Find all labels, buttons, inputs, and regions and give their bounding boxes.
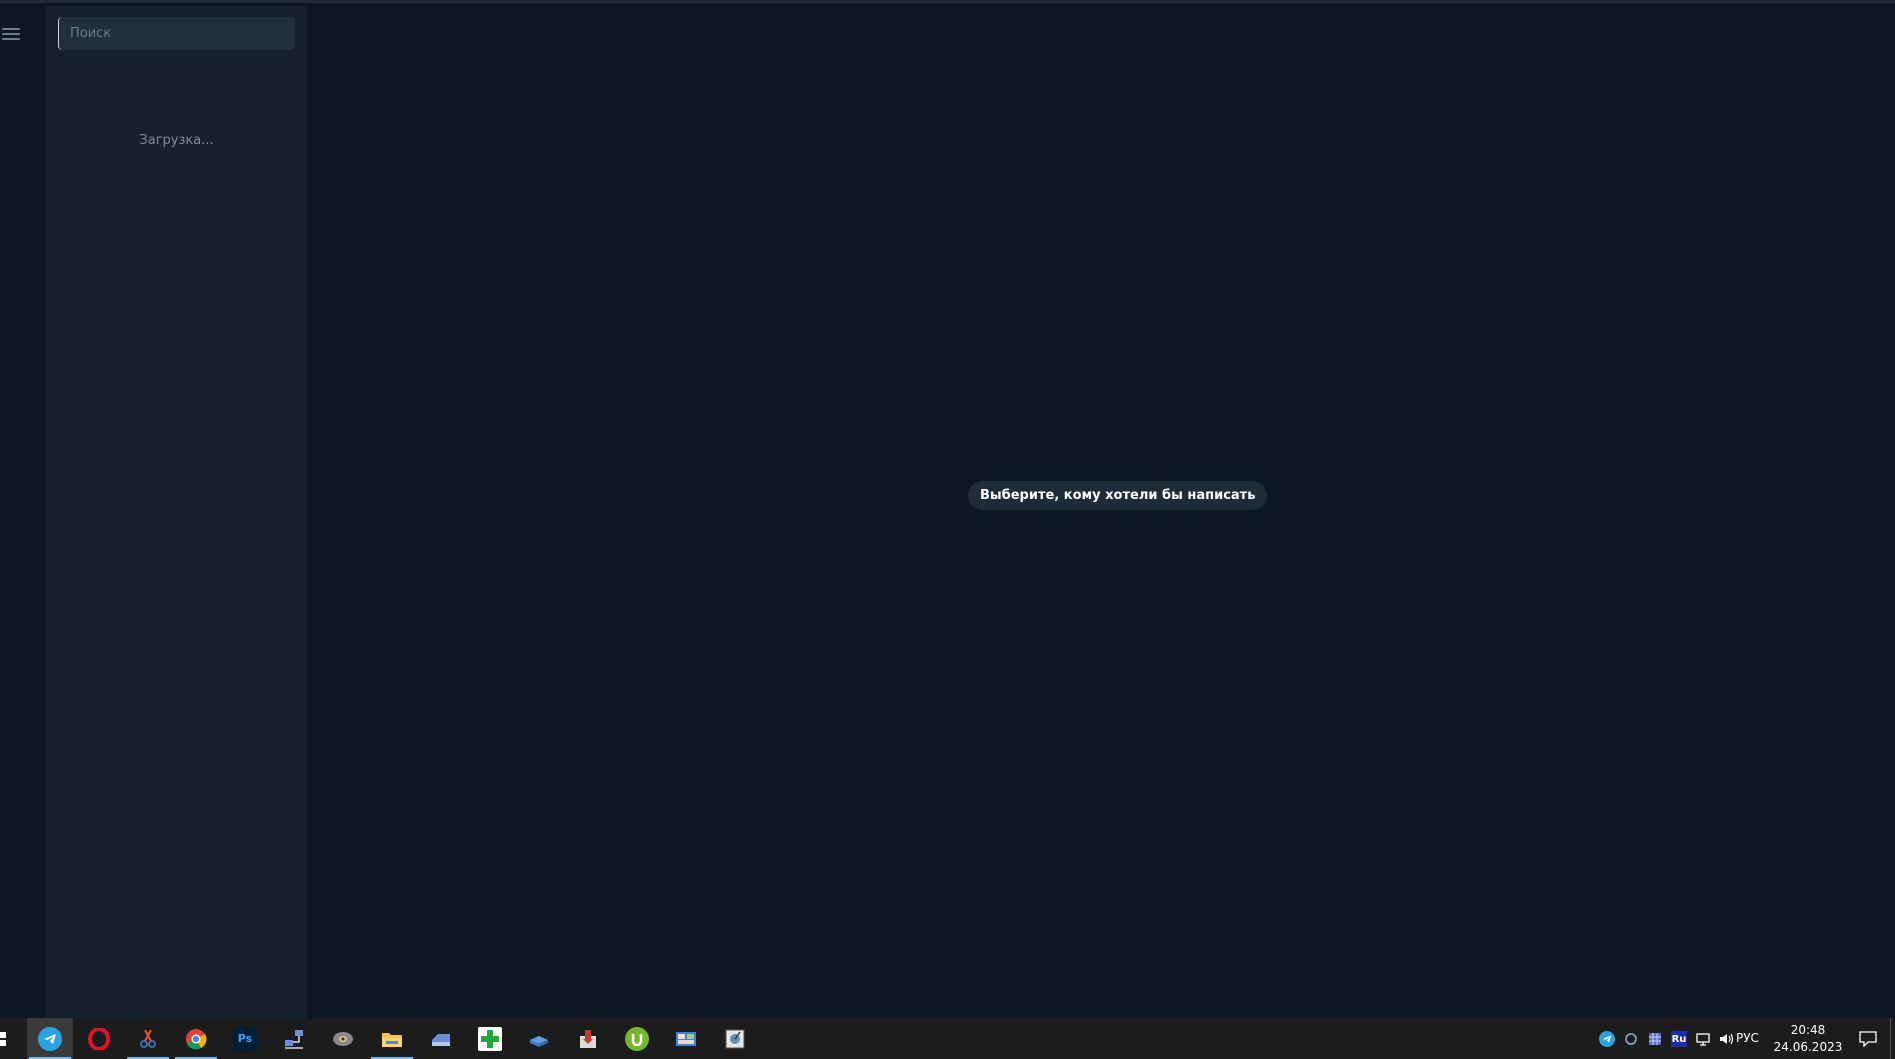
left-rail bbox=[0, 6, 46, 1021]
taskbar-app-cloud[interactable] bbox=[516, 1018, 562, 1059]
chat-list-sidebar: Загрузка... bbox=[46, 6, 307, 1021]
cloud-app-icon bbox=[527, 1027, 551, 1051]
utorrent-app-icon bbox=[625, 1026, 649, 1051]
taskbar-app-disk-utility[interactable] bbox=[712, 1018, 758, 1059]
network-app-icon bbox=[282, 1027, 306, 1051]
taskbar-app-file-explorer[interactable] bbox=[369, 1018, 415, 1059]
clock-time: 20:48 bbox=[1790, 1023, 1826, 1037]
file-explorer-app-icon bbox=[380, 1027, 404, 1051]
start-button[interactable] bbox=[0, 1032, 8, 1046]
control-panel-app-icon bbox=[674, 1027, 698, 1051]
photoshop-app-icon: Ps bbox=[233, 1026, 257, 1051]
taskbar-app-scissors[interactable] bbox=[125, 1018, 171, 1059]
taskbar-app-network[interactable] bbox=[271, 1018, 317, 1059]
clock[interactable]: 20:48 24.06.2023 bbox=[1770, 1022, 1846, 1056]
taskbar-app-installer[interactable] bbox=[565, 1018, 611, 1059]
network-tray-icon[interactable] bbox=[1695, 1031, 1711, 1047]
search-input[interactable] bbox=[58, 17, 295, 50]
disk-app-icon bbox=[331, 1027, 355, 1051]
telegram-tray-icon[interactable] bbox=[1599, 1031, 1615, 1047]
notifications-button[interactable] bbox=[1848, 1018, 1888, 1059]
show-desktop-button[interactable] bbox=[1890, 1018, 1891, 1059]
grid-tray-icon[interactable] bbox=[1647, 1031, 1663, 1047]
telegram-window: Загрузка... Выберите, кому хотели бы нап… bbox=[0, 0, 1895, 1021]
keyboard-language[interactable]: РУС bbox=[1736, 1018, 1759, 1059]
volume-tray-icon[interactable] bbox=[1719, 1031, 1735, 1047]
clock-date: 24.06.2023 bbox=[1773, 1040, 1843, 1054]
disk-utility-app-icon bbox=[723, 1027, 747, 1051]
taskbar-app-utorrent[interactable] bbox=[614, 1018, 660, 1059]
empty-chat-message: Выберите, кому хотели бы написать bbox=[968, 481, 1268, 510]
circle-tray-icon[interactable] bbox=[1623, 1031, 1639, 1047]
chat-area: Выберите, кому хотели бы написать bbox=[307, 6, 1895, 1021]
taskbar-app-opera[interactable] bbox=[76, 1018, 122, 1059]
loading-text: Загрузка... bbox=[139, 133, 214, 148]
medical-cross-app-icon bbox=[478, 1026, 502, 1051]
menu-icon[interactable] bbox=[2, 28, 22, 44]
installer-app-icon bbox=[576, 1027, 600, 1051]
taskbar-app-disk[interactable] bbox=[320, 1018, 366, 1059]
chrome-app-icon bbox=[184, 1027, 208, 1051]
drive-app-icon bbox=[429, 1027, 453, 1051]
opera-app-icon bbox=[87, 1027, 111, 1051]
taskbar-app-photoshop[interactable]: Ps bbox=[222, 1018, 268, 1059]
scissors-app-icon bbox=[136, 1027, 160, 1051]
taskbar-app-drive[interactable] bbox=[418, 1018, 464, 1059]
telegram-app-icon bbox=[38, 1026, 62, 1051]
taskbar: Ps Ru РУС 20:48 24.06.2023 bbox=[0, 1018, 1895, 1059]
language-ru-tray-icon[interactable]: Ru bbox=[1671, 1031, 1687, 1047]
taskbar-app-control-panel[interactable] bbox=[663, 1018, 709, 1059]
taskbar-app-medical[interactable] bbox=[467, 1018, 513, 1059]
notification-icon bbox=[1859, 1030, 1877, 1047]
taskbar-app-telegram[interactable] bbox=[27, 1018, 73, 1059]
taskbar-app-chrome[interactable] bbox=[173, 1018, 219, 1059]
